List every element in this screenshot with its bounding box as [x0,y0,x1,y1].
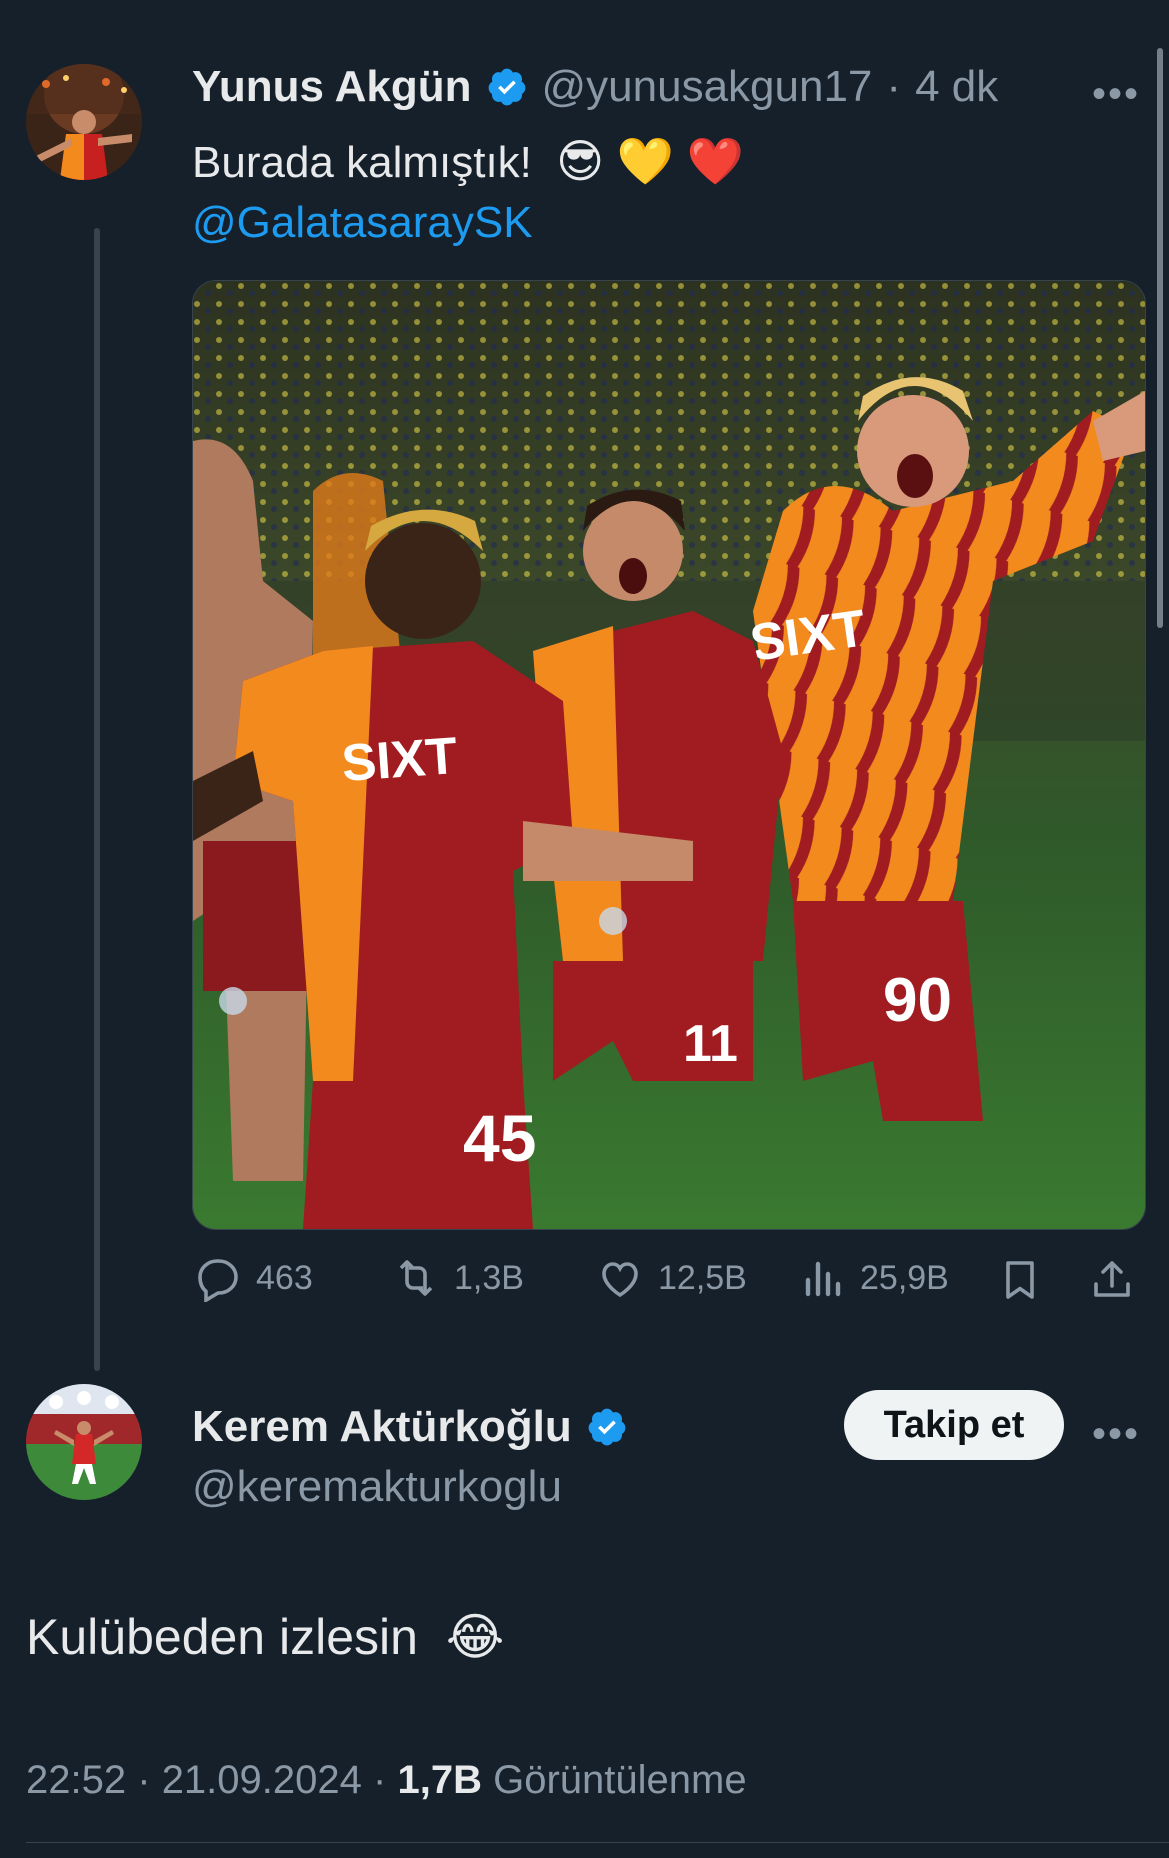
views-count: 25,9B [860,1258,949,1297]
like-count: 12,5B [658,1258,747,1297]
author-handle[interactable]: @keremakturkoglu [192,1462,562,1512]
author-avatar[interactable] [26,1384,142,1500]
author-handle[interactable]: @yunusakgun17 [542,62,873,112]
verified-badge-icon [488,68,525,106]
like-icon [602,1262,638,1298]
tweet-text: Kulübeden izlesin [26,1609,418,1665]
tweet-media-image[interactable]: 90 SIXT 11 45 SIXT [192,280,1146,1230]
tweet-text: Burada kalmıştık! [192,138,532,187]
views-label: Görüntülenme [493,1758,747,1802]
separator: · [373,1758,387,1802]
tweet-date[interactable]: 21.09.2024 [162,1758,362,1802]
views-button[interactable]: 25,9B [798,1254,949,1302]
svg-text:90: 90 [883,966,952,1035]
svg-text:11: 11 [683,1015,738,1073]
tweet-emoji: 😂 [445,1609,505,1665]
author-name[interactable]: Kerem Aktürkoğlu [192,1402,572,1452]
reply-icon [198,1259,238,1302]
like-button[interactable]: 12,5B [596,1254,747,1302]
views-count: 1,7B [397,1758,482,1802]
thread-line [94,228,100,1371]
scrollbar[interactable] [1157,48,1163,628]
divider [26,1842,1169,1843]
tweet-time[interactable]: 22:52 [26,1758,126,1802]
author-name[interactable]: Yunus Akgün [192,62,472,112]
retweet-button[interactable]: 1,3B [392,1254,524,1302]
tweet-time[interactable]: 4 dk [915,62,998,112]
verified-badge-icon [588,1408,626,1446]
more-icon[interactable]: ••• [1092,1412,1140,1457]
views-icon [805,1261,841,1297]
svg-text:SIXT: SIXT [340,727,460,793]
bookmark-icon[interactable] [996,1256,1044,1304]
follow-button[interactable]: Takip et [844,1390,1064,1460]
reply-count: 463 [256,1258,313,1297]
more-icon[interactable]: ••• [1092,72,1140,117]
share-icon[interactable] [1088,1256,1136,1304]
separator: · [137,1758,151,1802]
reply-button[interactable]: 463 [194,1254,313,1302]
svg-text:45: 45 [463,1101,536,1175]
retweet-icon [399,1260,433,1296]
separator: · [886,62,902,111]
author-avatar[interactable] [26,64,142,180]
retweet-count: 1,3B [454,1258,524,1297]
tweet-emojis: 😎 💛 ❤️ [556,135,745,187]
mention-link[interactable]: @GalatasaraySK [192,198,533,248]
